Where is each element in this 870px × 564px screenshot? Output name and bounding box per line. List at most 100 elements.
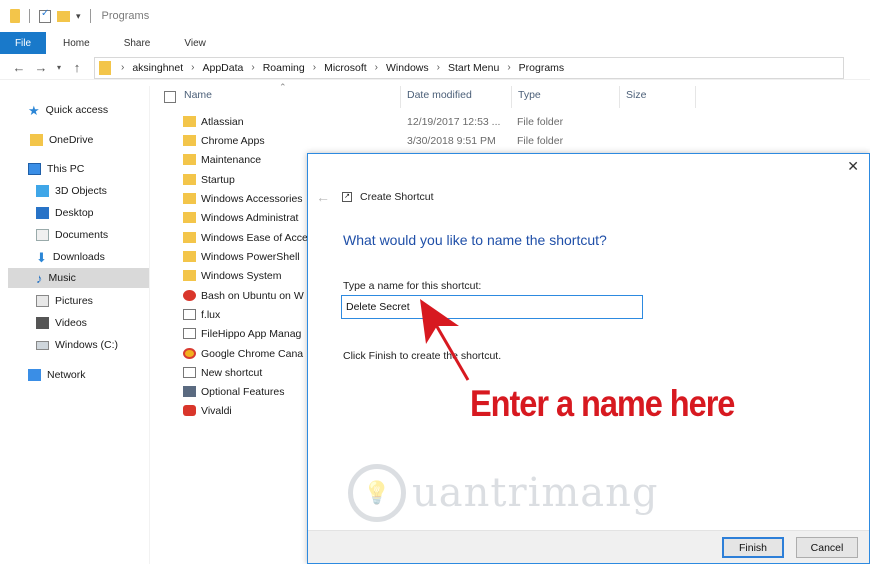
tab-view[interactable]: View <box>167 32 223 54</box>
column-header-size[interactable]: Size <box>626 89 646 101</box>
properties-check-icon[interactable] <box>39 8 51 23</box>
select-all-checkbox[interactable] <box>164 91 176 103</box>
shortcut-icon: ↗ <box>342 192 352 202</box>
sidebar-item-label: Documents <box>55 229 109 241</box>
sidebar-item-onedrive[interactable]: OneDrive <box>30 130 93 150</box>
file-row[interactable]: Atlassian 12/19/2017 12:53 ... File fold… <box>155 113 715 132</box>
sidebar-item-windows-c[interactable]: Windows (C:) <box>36 335 118 355</box>
watermark-text: uantrimang <box>412 470 659 516</box>
divider <box>29 9 30 23</box>
sidebar-item-videos[interactable]: Videos <box>36 313 87 333</box>
watermark-logo: 💡 uantrimang <box>348 464 659 522</box>
sidebar-item-label: Pictures <box>55 295 93 307</box>
videos-icon <box>36 317 49 329</box>
chevron-right-icon[interactable]: › <box>251 62 254 73</box>
breadcrumb-item[interactable]: Programs <box>519 62 565 74</box>
recent-locations-chevron-icon[interactable]: ▾ <box>52 63 66 72</box>
sidebar-item-music[interactable]: ♪ Music <box>8 268 149 288</box>
column-divider[interactable] <box>619 86 620 108</box>
folder-properties-icon[interactable] <box>10 9 20 23</box>
file-name: Windows System <box>201 270 282 282</box>
sidebar-item-label: Network <box>47 369 86 381</box>
chevron-right-icon[interactable]: › <box>375 62 378 73</box>
tab-share[interactable]: Share <box>107 32 168 54</box>
breadcrumb-item[interactable]: aksinghnet <box>132 62 183 74</box>
computer-icon <box>28 163 41 175</box>
column-divider[interactable] <box>511 86 512 108</box>
finish-button[interactable]: Finish <box>722 537 784 558</box>
forward-arrow-icon[interactable]: → <box>30 60 52 75</box>
sidebar-item-label: Windows (C:) <box>55 339 119 351</box>
dialog-question: What would you like to name the shortcut… <box>343 232 607 248</box>
file-name: FileHippo App Manag <box>201 328 302 340</box>
chevron-right-icon[interactable]: › <box>313 62 316 73</box>
column-divider[interactable] <box>695 86 696 108</box>
sidebar-item-this-pc[interactable]: This PC <box>28 159 84 179</box>
window-title: Programs <box>101 10 150 22</box>
close-icon[interactable]: ✕ <box>847 158 859 175</box>
annotation-text: Enter a name here <box>470 383 735 424</box>
lightbulb-icon: 💡 <box>348 464 406 522</box>
column-divider[interactable] <box>400 86 401 108</box>
chevron-right-icon[interactable]: › <box>437 62 440 73</box>
breadcrumb-item[interactable]: Roaming <box>263 62 305 74</box>
sidebar-item-3d-objects[interactable]: 3D Objects <box>36 181 107 201</box>
customize-quick-access-icon[interactable]: ▾ <box>76 11 81 22</box>
sidebar-item-documents[interactable]: Documents <box>36 225 108 245</box>
column-header-date-modified[interactable]: Date modified <box>407 89 472 101</box>
breadcrumb-item[interactable]: AppData <box>202 62 243 74</box>
dialog-footer: Finish Cancel <box>308 530 869 563</box>
sidebar-item-network[interactable]: Network <box>28 365 86 385</box>
file-name: Bash on Ubuntu on W <box>201 290 304 302</box>
address-bar[interactable]: › aksinghnet › AppData › Roaming › Micro… <box>94 56 844 79</box>
new-folder-icon[interactable] <box>57 10 70 22</box>
breadcrumb-item[interactable]: Windows <box>386 62 429 74</box>
up-arrow-icon[interactable]: ↑ <box>66 60 88 75</box>
dialog-title: Create Shortcut <box>360 191 434 203</box>
file-row[interactable]: Chrome Apps 3/30/2018 9:51 PM File folde… <box>155 132 715 151</box>
shortcut-name-input[interactable] <box>341 295 643 319</box>
flux-icon <box>183 309 196 320</box>
pictures-icon <box>36 295 49 307</box>
folder-icon <box>183 135 196 146</box>
onedrive-icon <box>30 134 43 146</box>
cube-icon <box>36 185 49 197</box>
sidebar-item-downloads[interactable]: ⬇ Downloads <box>36 247 105 267</box>
column-header-name[interactable]: Name <box>184 89 212 101</box>
folder-icon <box>183 270 196 281</box>
folder-icon <box>183 251 196 262</box>
tab-file[interactable]: File <box>0 32 46 54</box>
vivaldi-icon <box>183 405 196 416</box>
cancel-button[interactable]: Cancel <box>796 537 858 558</box>
chevron-right-icon[interactable]: › <box>121 62 124 73</box>
sidebar-item-label: 3D Objects <box>55 185 107 197</box>
star-icon: ★ <box>28 102 40 118</box>
chevron-right-icon[interactable]: › <box>191 62 194 73</box>
title-bar: ▾ Programs <box>0 0 870 32</box>
chevron-right-icon[interactable]: › <box>507 62 510 73</box>
network-icon <box>28 369 41 381</box>
folder-icon <box>183 232 196 243</box>
dialog-header: ← ↗ Create Shortcut <box>308 182 869 212</box>
tab-home[interactable]: Home <box>46 32 107 54</box>
ubuntu-icon <box>183 290 196 301</box>
breadcrumb-item[interactable]: Microsoft <box>324 62 367 74</box>
desktop-icon <box>36 207 49 219</box>
sidebar-item-pictures[interactable]: Pictures <box>36 291 93 311</box>
music-icon: ♪ <box>36 270 43 286</box>
file-name: Vivaldi <box>201 405 232 417</box>
navigation-pane: ★ Quick access OneDrive This PC 3D Objec… <box>0 86 150 564</box>
back-arrow-icon[interactable]: ← <box>8 60 30 75</box>
sidebar-item-desktop[interactable]: Desktop <box>36 203 94 223</box>
breadcrumb-item[interactable]: Start Menu <box>448 62 499 74</box>
folder-icon <box>183 174 196 185</box>
sidebar-item-label: Music <box>48 272 76 284</box>
file-name: Chrome Apps <box>201 135 265 147</box>
sidebar-item-label: Downloads <box>52 251 105 263</box>
file-type: File folder <box>517 135 564 147</box>
back-arrow-icon[interactable]: ← <box>316 189 330 205</box>
column-header-type[interactable]: Type <box>518 89 541 101</box>
folder-icon <box>183 193 196 204</box>
file-name: Windows Ease of Acce <box>201 232 308 244</box>
sidebar-item-quick-access[interactable]: ★ Quick access <box>28 100 108 120</box>
